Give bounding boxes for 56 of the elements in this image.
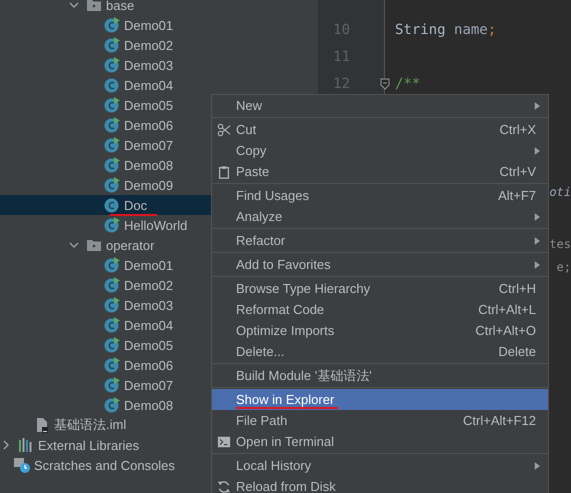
- file-icon: [34, 417, 50, 433]
- tree-item[interactable]: Demo02: [124, 278, 174, 292]
- code-line: /**: [395, 76, 420, 92]
- folder-icon: [86, 237, 102, 253]
- menu-item[interactable]: Find Usages Alt+F7: [212, 185, 548, 206]
- tree-item[interactable]: Doc: [124, 198, 148, 212]
- menu-item[interactable]: Show in Explorer: [212, 389, 548, 410]
- tree-item[interactable]: Demo06: [124, 118, 174, 132]
- menu-item[interactable]: Add to Favorites: [212, 254, 548, 275]
- tree-item[interactable]: Demo05: [124, 98, 174, 112]
- tree-item[interactable]: Demo06: [124, 358, 174, 372]
- tree-item[interactable]: External Libraries: [38, 438, 140, 452]
- tree-item[interactable]: Demo02: [124, 38, 174, 52]
- tree-item[interactable]: Demo04: [124, 78, 174, 92]
- tree-item[interactable]: Demo09: [124, 178, 174, 192]
- menu-item[interactable]: Paste Ctrl+V: [212, 161, 548, 182]
- menu-item[interactable]: New: [212, 95, 548, 116]
- code-line: String name;: [395, 22, 496, 38]
- menu-item[interactable]: Browse Type Hierarchy Ctrl+H: [212, 278, 548, 299]
- menu-item[interactable]: Reformat Code Ctrl+Alt+L: [212, 299, 548, 320]
- tree-item[interactable]: HelloWorld: [124, 218, 188, 232]
- menu-item[interactable]: Refactor: [212, 230, 548, 251]
- tree-item[interactable]: 基础语法.iml: [54, 416, 126, 434]
- refresh-icon: [217, 480, 231, 493]
- menu-item[interactable]: Local History: [212, 455, 548, 476]
- menu-item[interactable]: Open in Terminal: [212, 431, 548, 452]
- menu-item[interactable]: Copy: [212, 140, 548, 161]
- tree-item[interactable]: Demo04: [124, 318, 174, 332]
- tree-item[interactable]: Demo03: [124, 298, 174, 312]
- tree-item[interactable]: base: [106, 0, 134, 12]
- clipboard-icon: [217, 164, 231, 178]
- menu-item[interactable]: Delete... Delete: [212, 341, 548, 362]
- code-fragment: tes: [549, 237, 571, 251]
- tree-item[interactable]: Demo05: [124, 338, 174, 352]
- library-icon: [18, 437, 34, 453]
- tree-item[interactable]: Demo07: [124, 138, 174, 152]
- code-fragment: e;: [556, 260, 571, 274]
- tree-item[interactable]: Scratches and Consoles: [34, 458, 175, 472]
- tree-item[interactable]: Demo08: [124, 158, 174, 172]
- menu-item[interactable]: Cut Ctrl+X: [212, 119, 548, 140]
- terminal-icon: [217, 434, 231, 448]
- tree-item[interactable]: Demo01: [124, 258, 174, 272]
- menu-item[interactable]: Optimize Imports Ctrl+Alt+O: [212, 320, 548, 341]
- code-fragment: oti: [549, 185, 571, 199]
- tree-item[interactable]: Demo07: [124, 378, 174, 392]
- menu-item[interactable]: Reload from Disk: [212, 476, 548, 493]
- scratches-icon: [14, 457, 30, 473]
- menu-item[interactable]: Build Module '基础语法': [212, 365, 548, 386]
- tree-item[interactable]: Demo08: [124, 398, 174, 412]
- scissors-icon: [217, 122, 231, 136]
- tree-item[interactable]: Demo01: [124, 18, 174, 32]
- menu-item[interactable]: Analyze: [212, 206, 548, 227]
- fold-icon[interactable]: [380, 78, 390, 90]
- tree-item[interactable]: Demo03: [124, 58, 174, 72]
- menu-item[interactable]: File Path Ctrl+Alt+F12: [212, 410, 548, 431]
- tree-item[interactable]: operator: [106, 238, 154, 252]
